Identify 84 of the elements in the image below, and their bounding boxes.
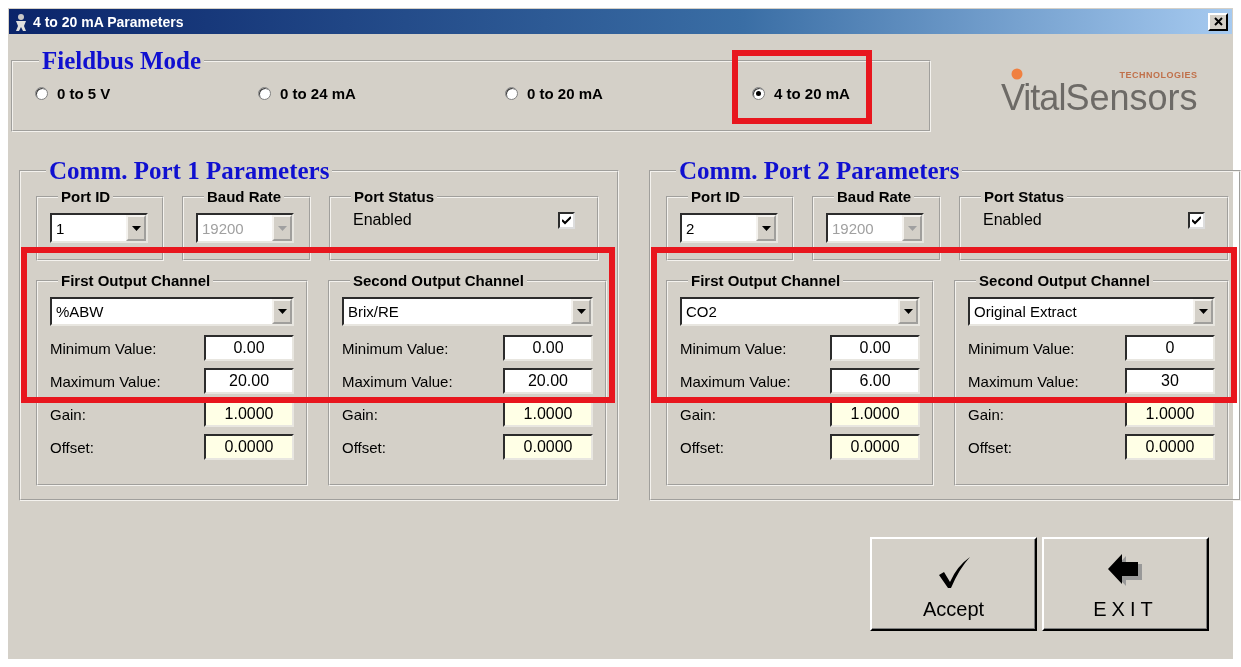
group-title: First Output Channel [691,272,841,289]
radio-button[interactable] [258,87,271,100]
dropdown[interactable]: 1 [50,213,148,243]
field-label: Gain: [50,405,86,423]
group-title: Port Status [984,188,1064,205]
checkbox-label: Enabled [983,211,1042,229]
input-field[interactable]: 0.0000 [204,434,294,460]
figure-icon [13,12,29,31]
group-title: Second Output Channel [979,272,1150,289]
group-title: Port Status [354,188,434,205]
dropdown[interactable]: 2 [680,213,778,243]
radio-button[interactable] [35,87,48,100]
field-label: Maximum Value: [968,372,1079,390]
input-field[interactable]: 0.0000 [503,434,593,460]
radio-button[interactable] [505,87,518,100]
caret-icon [277,309,287,314]
field-label: Maximum Value: [342,372,453,390]
group-title: Port ID [691,188,741,205]
caret-icon [131,225,141,231]
field-label: Gain: [968,405,1004,423]
dot-icon [1011,68,1023,80]
input-field[interactable]: 6.00 [830,368,921,394]
field-label: Gain: [680,405,716,423]
logo-text: Sensors [1065,80,1198,116]
field-label: Offset: [342,438,386,456]
field-label: Maximum Value: [50,372,161,390]
group-title: Baud Rate [837,188,912,205]
field-label: Maximum Value: [680,372,791,390]
dropdown[interactable]: Brix/RE [342,297,593,326]
group-title: Port ID [61,188,111,205]
radio-label[interactable]: 4 to 20 mA [774,85,850,102]
dropdown[interactable]: Original Extract [968,297,1215,326]
group-title: Fieldbus Mode [42,47,202,74]
input-field[interactable]: 20.00 [204,368,294,394]
dropdown[interactable]: CO2 [680,297,921,326]
check-icon [1192,215,1201,225]
field-label: Gain: [342,405,378,423]
exit-button[interactable]: EXIT [1042,537,1209,631]
accept-button[interactable]: Accept [870,537,1037,631]
group-title: First Output Channel [61,272,211,289]
input-field[interactable]: 0.00 [503,335,593,361]
field-label: Offset: [680,438,724,456]
close-button[interactable] [1208,12,1228,31]
logo-tagline: TECHNOLOGIES [1119,71,1198,80]
dropdown[interactable]: %ABW [50,297,294,326]
field-label: Minimum Value: [680,339,787,357]
window-title: 4 to 20 mA Parameters [33,13,185,30]
caret-icon [903,309,913,314]
caret-icon [1198,309,1208,314]
input-field[interactable]: 0.00 [204,335,294,361]
field-label: Minimum Value: [342,339,449,357]
group-title: Baud Rate [207,188,282,205]
input-field[interactable]: 20.00 [503,368,593,394]
input-field[interactable]: 1.0000 [503,401,593,427]
caret-icon [576,309,586,314]
radio-button[interactable] [752,87,765,100]
field-label: Minimum Value: [968,339,1075,357]
group-title: Comm. Port 2 Parameters [679,157,960,184]
checkbox-label: Enabled [353,211,412,229]
input-field[interactable]: 0 [1125,335,1215,361]
input-field[interactable]: 1.0000 [204,401,294,427]
radio-label[interactable]: 0 to 20 mA [527,85,603,102]
input-field[interactable]: 30 [1125,368,1215,394]
caret-icon [907,225,917,231]
caret-icon [761,225,771,231]
input-field[interactable]: 1.0000 [830,401,921,427]
close-icon [1213,17,1223,26]
input-field[interactable]: 1.0000 [1125,401,1215,427]
check-icon [562,215,571,225]
input-field[interactable]: 0.0000 [830,434,921,460]
logo-text: Vital [1001,80,1066,116]
checkbox[interactable] [1188,211,1205,229]
group-title: Second Output Channel [353,272,524,289]
field-label: Offset: [50,438,94,456]
checkbox[interactable] [558,211,575,229]
input-field[interactable]: 0.00 [830,335,921,361]
field-label: Minimum Value: [50,339,157,357]
input-field[interactable]: 0.0000 [1125,434,1215,460]
radio-label[interactable]: 0 to 24 mA [280,85,356,102]
field-label: Offset: [968,438,1012,456]
caret-icon [277,225,287,231]
checkmark-icon [936,556,971,590]
group-title: Comm. Port 1 Parameters [49,157,330,184]
radio-label[interactable]: 0 to 5 V [57,85,111,102]
